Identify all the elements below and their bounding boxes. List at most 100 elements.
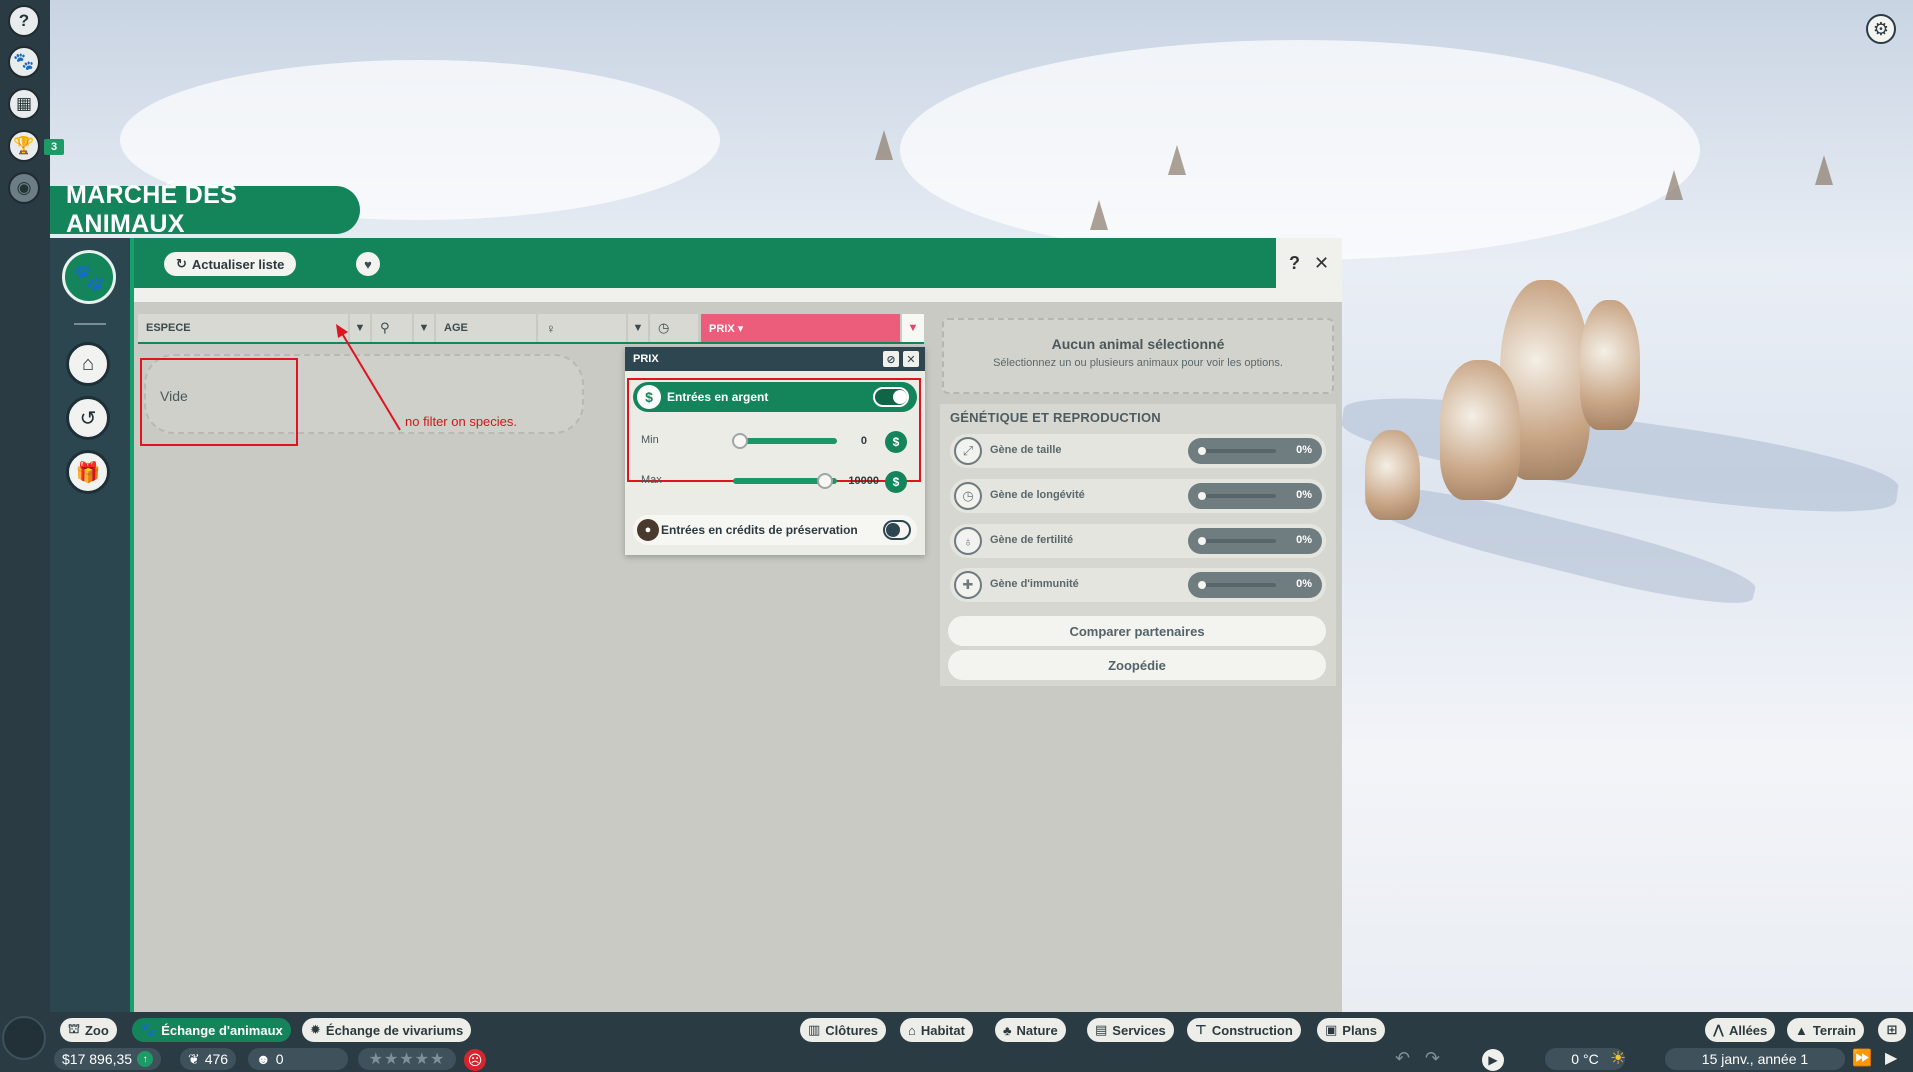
tab-nature-label: Nature <box>1016 1022 1058 1038</box>
compare-partners-button[interactable]: Comparer partenaires <box>948 616 1326 646</box>
tab-terrain-label: Terrain <box>1812 1022 1856 1038</box>
settings-gear-icon[interactable]: ⚙ <box>1866 14 1896 44</box>
tab-plans[interactable]: ▣ Plans <box>1317 1018 1385 1042</box>
grid-toggle-icon[interactable]: ⊞ <box>1878 1018 1906 1042</box>
refresh-list-button[interactable]: ↻ Actualiser liste <box>164 252 297 276</box>
tab-zoo[interactable]: ⛫ Zoo <box>60 1018 117 1042</box>
gene-row-fertility[interactable]: ♁ Gène de fertilité 0% <box>950 524 1326 558</box>
money-toggle[interactable] <box>873 387 909 407</box>
column-prix-label: PRIX ▾ <box>709 322 744 335</box>
prix-filter-icon[interactable]: ▼ <box>902 314 924 342</box>
tree <box>1090 200 1108 230</box>
money-toggle-row[interactable]: $ Entrées en argent <box>633 382 917 412</box>
play-icon[interactable]: ▶ <box>1885 1048 1897 1068</box>
zoopedia-button[interactable]: Zoopédie <box>948 650 1326 680</box>
refresh-label: Actualiser liste <box>191 256 285 272</box>
gene-label: Gène de longévité <box>990 489 1085 501</box>
money-display: $17 896,35 ↑ <box>54 1048 162 1070</box>
column-prix[interactable]: PRIX ▾ <box>701 314 900 342</box>
tab-paths-label: Allées <box>1728 1022 1768 1038</box>
paw-icon[interactable]: 🐾 <box>62 250 116 304</box>
gene-row-immunity[interactable]: ✚ Gène d'immunité 0% <box>950 568 1326 602</box>
conservation-toggle-row[interactable]: ● Entrées en crédits de préservation <box>633 515 917 545</box>
guests-display: ☻ 0 <box>248 1048 348 1070</box>
column-age-label: AGE <box>444 322 468 334</box>
plans-icon: ▣ <box>1325 1022 1338 1037</box>
trophy-icon[interactable]: 🏆 <box>8 130 40 162</box>
habitat-icon[interactable]: ⌂ <box>66 342 110 386</box>
help-button[interactable]: ? <box>1289 253 1300 274</box>
animal-icon[interactable]: 🐾 <box>8 46 40 78</box>
tab-services[interactable]: ▤ Services <box>1087 1018 1174 1042</box>
gene-value: 0% <box>1296 578 1312 590</box>
column-espece-label: ESPECE <box>146 322 191 334</box>
path-icon: ⋀ <box>1713 1022 1724 1037</box>
reset-filter-icon[interactable]: ⊘ <box>883 351 899 367</box>
close-button[interactable]: ✕ <box>1314 253 1329 274</box>
max-slider-handle[interactable] <box>817 473 833 489</box>
fast-forward-icon[interactable]: ⏩ <box>1852 1048 1872 1068</box>
tab-animal-trade[interactable]: 🐾 Échange d'animaux <box>132 1018 291 1042</box>
tab-construction[interactable]: ⊤ Construction <box>1187 1018 1301 1042</box>
window-toolbar: ↻ Actualiser liste ♥ <box>134 238 1276 288</box>
min-slider-handle[interactable] <box>732 433 748 449</box>
eye-icon[interactable]: ◉ <box>8 172 40 204</box>
tab-vivarium-trade-label: Échange de vivariums <box>325 1022 464 1038</box>
calendar-icon[interactable]: ▦ <box>8 88 40 120</box>
column-time[interactable]: ◷ <box>650 314 698 342</box>
column-sex-female[interactable]: ♀ <box>538 314 626 342</box>
gene-row-longevity[interactable]: ◷ Gène de longévité 0% <box>950 479 1326 513</box>
favorite-heart-icon[interactable]: ♥ <box>356 252 380 276</box>
camera-icon[interactable]: ▶ <box>1482 1049 1504 1071</box>
tab-paths[interactable]: ⋀ Allées <box>1705 1018 1776 1042</box>
window-controls: ? ✕ <box>1276 238 1342 288</box>
gene-row-size[interactable]: ⤢ Gène de taille 0% <box>950 434 1326 468</box>
history-icon[interactable]: ↺ <box>66 396 110 440</box>
tab-nature[interactable]: ♣ Nature <box>995 1018 1066 1042</box>
conservation-toggle[interactable] <box>883 520 911 540</box>
gene-value: 0% <box>1296 444 1312 456</box>
toolbar-underline <box>134 288 1342 302</box>
redo-icon[interactable]: ↷ <box>1425 1048 1440 1069</box>
column-age[interactable]: AGE <box>436 314 536 342</box>
close-popup-icon[interactable]: ✕ <box>903 351 919 367</box>
guests-icon: ☻ <box>256 1051 271 1067</box>
snowy-tree <box>1365 430 1420 520</box>
conservation-display: ❦ 476 <box>180 1048 237 1070</box>
date-value: 15 janv., année 1 <box>1701 1051 1809 1067</box>
leaf-icon: ❦ <box>188 1050 200 1067</box>
money-value: $17 896,35 <box>62 1051 133 1067</box>
max-label: Max <box>641 474 662 486</box>
conservation-icon: ● <box>637 519 659 541</box>
column-espece[interactable]: ESPECE <box>138 314 348 342</box>
gene-bar: 0% <box>1188 528 1322 554</box>
annotation-arrow <box>336 324 401 431</box>
filter-icon[interactable]: ▼ <box>414 314 434 342</box>
undo-icon[interactable]: ↶ <box>1395 1048 1410 1069</box>
trend-up-icon: ↑ <box>137 1051 154 1067</box>
expand-icon: ⤢ <box>954 437 982 465</box>
selection-subtitle: Sélectionnez un ou plusieurs animaux pou… <box>993 357 1283 369</box>
min-slider[interactable] <box>733 438 837 444</box>
dollar-icon: $ <box>885 431 907 453</box>
filter-icon[interactable]: ▼ <box>628 314 648 342</box>
tab-habitat[interactable]: ⌂ Habitat <box>900 1018 973 1042</box>
help-icon[interactable]: ? <box>8 5 40 37</box>
tab-fences[interactable]: ▥ Clôtures <box>800 1018 887 1042</box>
annotation-text: no filter on species. <box>405 414 518 429</box>
tab-terrain[interactable]: ▲ Terrain <box>1787 1018 1864 1042</box>
paw-icon: 🐾 <box>140 1022 157 1037</box>
gift-icon[interactable]: 🎁 <box>66 450 110 494</box>
clock-icon: ◷ <box>954 482 982 510</box>
max-value: 10000 <box>848 475 879 487</box>
sun-icon: ☀ <box>1610 1048 1627 1068</box>
left-toolbar: ? 🐾 ▦ 🏆 3 ◉ <box>0 0 64 1012</box>
sad-face-icon[interactable]: ☹ <box>464 1049 486 1071</box>
gene-value: 0% <box>1296 534 1312 546</box>
tab-vivarium-trade[interactable]: ✹ Échange de vivariums <box>302 1018 472 1042</box>
min-label: Min <box>641 434 659 446</box>
prix-filter-popup: PRIX ⊘ ✕ $ Entrées en argent Min 0 $ Max… <box>625 347 925 555</box>
tree <box>1815 155 1833 185</box>
menu-circle-button[interactable] <box>2 1016 46 1060</box>
date-display: 15 janv., année 1 <box>1665 1048 1845 1070</box>
